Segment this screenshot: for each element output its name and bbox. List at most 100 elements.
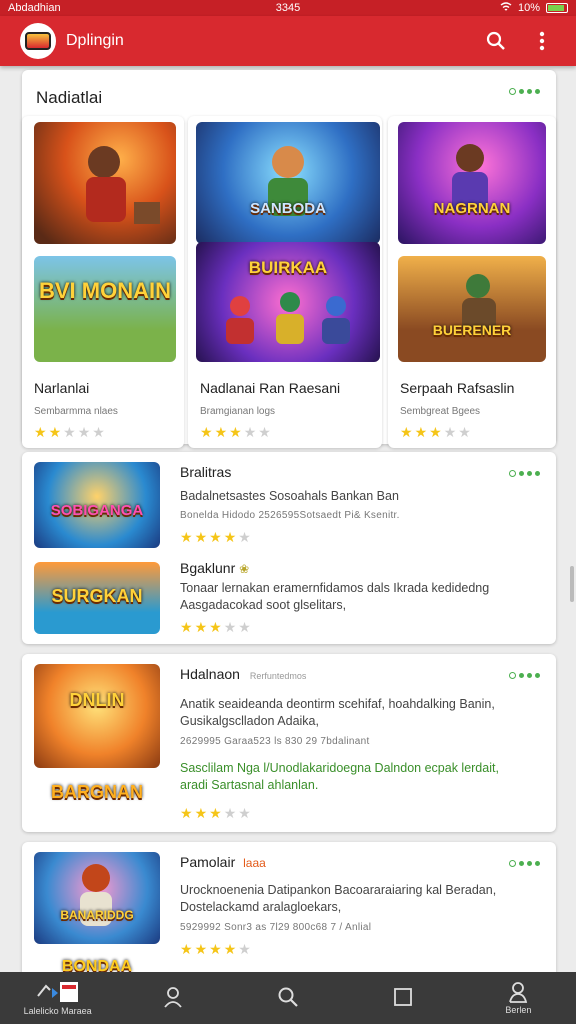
star-filled-icon: ★ bbox=[200, 424, 213, 440]
star-filled-icon: ★ bbox=[194, 805, 208, 821]
game-thumbnail[interactable]: SOBIGANGA bbox=[34, 462, 160, 548]
game-name: Serpaah Rafsaslin bbox=[400, 380, 515, 396]
game-meta: 2629995 Garaa523 ls 830 29 7bdalinant bbox=[180, 736, 370, 747]
game-note: Sasclilam Nga l/Unodlakaridoegna Dalndon… bbox=[180, 761, 499, 775]
game-description: Urocknoenenia Datipankon Bacoararaiaring… bbox=[180, 883, 497, 897]
thumbnail-caption: SOBIGANGA bbox=[50, 502, 144, 519]
featured-item[interactable]: SANBODA BUIRKAA Nadlanai Ran Raesani Bra… bbox=[188, 116, 382, 448]
sub-title: Bgaklunr bbox=[180, 560, 236, 576]
star-filled-icon: ★ bbox=[194, 941, 208, 957]
list-item[interactable]: DNLIN BARGNAN Hdalnaon Rerfuntedmos Anat… bbox=[22, 654, 556, 832]
star-filled-icon: ★ bbox=[34, 424, 47, 440]
nav-home[interactable]: Lalelicko Maraea bbox=[0, 972, 115, 1024]
thumbnail-caption: SANBODA bbox=[250, 200, 326, 217]
game-meta: 5929992 Sonr3 as 7l29 800c68 7 / Anlial bbox=[180, 922, 372, 933]
star-filled-icon: ★ bbox=[414, 424, 428, 440]
game-subtitle: Bramgianan logs bbox=[200, 406, 276, 417]
nav-search[interactable] bbox=[230, 972, 345, 1024]
game-thumbnail[interactable]: BVI MONAIN bbox=[34, 256, 176, 362]
more-dots-icon[interactable] bbox=[509, 470, 540, 477]
game-subtitle: Sembgreat Bgees bbox=[400, 406, 481, 417]
more-vertical-icon bbox=[539, 31, 545, 51]
star-filled-icon: ★ bbox=[194, 619, 208, 635]
star-empty-icon: ★ bbox=[238, 941, 251, 957]
rating-stars: ★ ★ ★ ★ ★ bbox=[180, 806, 251, 820]
list-item[interactable]: SOBIGANGA Bralitras Badalnetsastes Sosoa… bbox=[22, 452, 556, 644]
game-tag: laaa bbox=[243, 856, 266, 870]
more-dots-icon[interactable] bbox=[509, 860, 540, 867]
thumbnail-caption: DNLIN bbox=[69, 690, 125, 710]
scrollbar[interactable] bbox=[570, 566, 574, 602]
game-thumbnail[interactable]: BANARIDDG bbox=[34, 852, 160, 944]
nav-library[interactable] bbox=[346, 972, 461, 1024]
star-empty-icon: ★ bbox=[443, 424, 457, 440]
star-filled-icon: ★ bbox=[400, 424, 413, 440]
star-filled-icon: ★ bbox=[48, 424, 62, 440]
more-dots-icon[interactable] bbox=[509, 672, 540, 679]
featured-item[interactable]: NAGRNAN BUERENER Serpaah Rafsaslin Sembg… bbox=[388, 116, 556, 448]
status-time: 3345 bbox=[275, 2, 301, 14]
nav-label: Lalelicko Maraea bbox=[23, 1006, 92, 1016]
nav-account[interactable]: Berlen bbox=[461, 972, 576, 1024]
search-button[interactable] bbox=[478, 23, 514, 59]
star-empty-icon: ★ bbox=[77, 424, 91, 440]
featured-item[interactable]: BVI MONAIN Narlanlai Sembarmma nlaes ★ ★ ★… bbox=[22, 116, 184, 448]
rating-stars: ★ ★ ★ ★ ★ bbox=[180, 942, 251, 956]
star-filled-icon: ★ bbox=[209, 805, 222, 821]
star-empty-icon: ★ bbox=[238, 619, 251, 635]
thumbnail-caption: BUERENER bbox=[432, 322, 512, 338]
profile-icon bbox=[164, 987, 182, 1008]
star-filled-icon: ★ bbox=[214, 424, 228, 440]
game-thumbnail[interactable]: NAGRNAN bbox=[398, 122, 546, 244]
nav-label: Berlen bbox=[505, 1005, 532, 1015]
square-icon bbox=[394, 988, 413, 1006]
rating-stars: ★ ★ ★ ★ ★ bbox=[200, 425, 271, 439]
star-filled-icon: ★ bbox=[180, 941, 193, 957]
game-description: Tonaar lernakan eramernfidamos dals Ikra… bbox=[180, 581, 490, 595]
game-thumbnail[interactable] bbox=[34, 122, 176, 244]
star-empty-icon: ★ bbox=[238, 805, 251, 821]
thumbnail-caption: BVI MONAIN bbox=[39, 278, 171, 303]
battery-icon bbox=[546, 3, 568, 13]
game-meta: Bonelda Hidodo 2526595Sotsaedt Pi& Kseni… bbox=[180, 510, 400, 521]
star-empty-icon: ★ bbox=[92, 424, 105, 440]
star-filled-icon: ★ bbox=[223, 529, 237, 545]
game-thumbnail[interactable]: SANBODA bbox=[196, 122, 380, 244]
content-scroll[interactable]: Nadiatlai BVI MONAIN Narlanlai Sembarmma… bbox=[0, 66, 576, 972]
game-tag: Rerfuntedmos bbox=[249, 671, 307, 681]
rating-stars: ★ ★ ★ ★ ★ bbox=[400, 425, 471, 439]
section-title: Nadiatlai bbox=[36, 88, 103, 107]
search-icon bbox=[486, 31, 505, 50]
app-bar: Dplingin bbox=[0, 16, 576, 66]
search-icon bbox=[278, 987, 298, 1007]
star-filled-icon: ★ bbox=[223, 941, 237, 957]
game-title: Bralitras bbox=[180, 464, 232, 480]
thumbnail-caption: SURGKAN bbox=[51, 586, 143, 606]
title-text: Pamolair bbox=[180, 854, 236, 870]
game-thumbnail[interactable]: DNLIN bbox=[34, 664, 160, 768]
account-icon bbox=[509, 982, 528, 1003]
overflow-menu-button[interactable] bbox=[524, 23, 560, 59]
more-dots-icon[interactable] bbox=[509, 88, 540, 95]
app-logo[interactable] bbox=[20, 23, 56, 59]
star-empty-icon: ★ bbox=[458, 424, 471, 440]
star-filled-icon: ★ bbox=[180, 619, 193, 635]
game-description: Gusikalgsclladon Adaika, bbox=[180, 714, 319, 728]
list-item[interactable]: BANARIDDG BONDAA Pamolair laaa Urocknoen… bbox=[22, 842, 556, 972]
game-logo: BARGNAN bbox=[51, 782, 143, 802]
game-thumbnail[interactable]: BUIRKAA bbox=[196, 242, 380, 362]
game-description: Dostelackamd aralagloekars, bbox=[180, 900, 342, 914]
home-icon bbox=[36, 982, 78, 1002]
star-filled-icon: ★ bbox=[209, 941, 222, 957]
star-filled-icon: ★ bbox=[180, 805, 193, 821]
game-thumbnail[interactable]: SURGKAN bbox=[34, 562, 160, 634]
nav-profile[interactable] bbox=[115, 972, 230, 1024]
game-title: Pamolair laaa bbox=[180, 854, 266, 870]
star-empty-icon: ★ bbox=[223, 805, 237, 821]
status-bar: Abdadhian 3345 10% bbox=[0, 0, 576, 16]
rating-stars: ★ ★ ★ ★ ★ bbox=[180, 530, 251, 544]
game-thumbnail[interactable]: BUERENER bbox=[398, 256, 546, 362]
game-name: Nadlanai Ran Raesani bbox=[200, 380, 341, 396]
game-description: Aasgadacokad soot glselitars, bbox=[180, 598, 347, 612]
rating-stars: ★ ★ ★ ★ ★ bbox=[34, 425, 105, 439]
